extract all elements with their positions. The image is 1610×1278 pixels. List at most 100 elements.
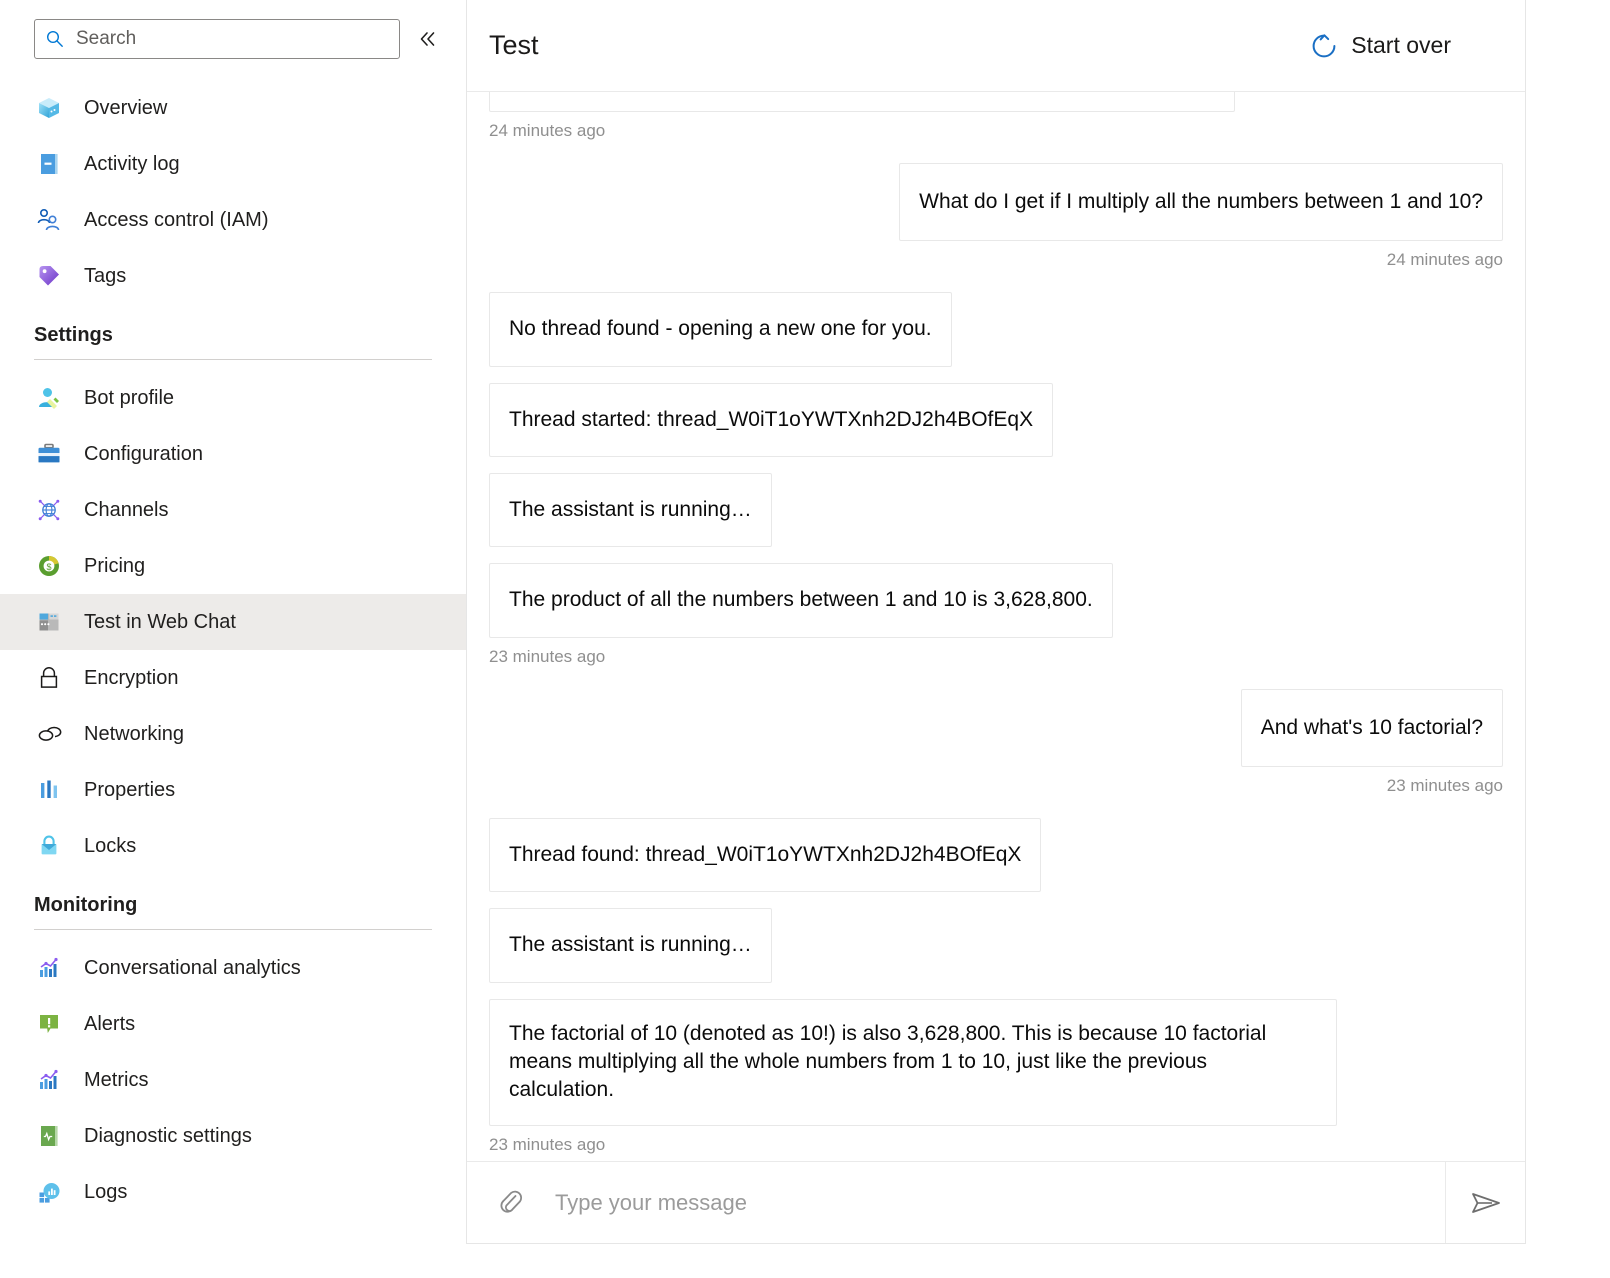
message-row: Thread started: thread_W0iT1oYWTXnh2DJ2h… <box>489 382 1503 458</box>
user-message-bubble: And what's 10 factorial? <box>1240 688 1503 768</box>
bot-profile-icon <box>34 383 64 413</box>
tags-icon <box>34 261 64 291</box>
metrics-chart-icon <box>34 1065 64 1095</box>
sidebar-group-settings-header: Settings <box>0 324 466 360</box>
sidebar-item-bot-profile[interactable]: Bot profile <box>0 370 466 426</box>
message-row: The assistant is running… <box>489 473 1503 548</box>
access-control-people-icon <box>34 205 64 235</box>
diagnostic-settings-icon <box>34 1121 64 1151</box>
sidebar-item-overview[interactable]: Overview <box>0 80 466 136</box>
sidebar-group-title: Settings <box>34 324 113 346</box>
sidebar-item-label: Conversational analytics <box>84 957 301 979</box>
sidebar-item-channels[interactable]: Channels <box>0 482 466 538</box>
test-web-chat-icon <box>34 607 64 637</box>
user-message-bubble: What do I get if I multiply all the numb… <box>899 163 1503 242</box>
sidebar-group-title: Monitoring <box>34 894 138 916</box>
sidebar-item-configuration[interactable]: Configuration <box>0 426 466 482</box>
send-button[interactable] <box>1445 1162 1525 1243</box>
sidebar-item-label: Tags <box>84 265 127 287</box>
chat-area: Test Start over 24 minutes ago What do I… <box>466 0 1610 1278</box>
sidebar-item-label: Activity log <box>84 153 180 175</box>
logs-icon <box>34 1177 64 1207</box>
page-title: Test <box>489 30 539 60</box>
message-timestamp: 24 minutes ago <box>1386 250 1503 270</box>
sidebar-item-metrics[interactable]: Metrics <box>0 1052 466 1108</box>
chat-header: Test Start over <box>467 0 1525 92</box>
search-icon <box>45 29 65 49</box>
message-row: Thread found: thread_W0iT1oYWTXnh2DJ2h4B… <box>489 818 1503 893</box>
bot-message-bubble: The assistant is running… <box>489 908 772 983</box>
sidebar-item-tags[interactable]: Tags <box>0 248 466 304</box>
svg-text:$: $ <box>46 562 51 572</box>
sidebar-item-label: Pricing <box>84 555 146 577</box>
sidebar-group-monitoring-header: Monitoring <box>0 894 466 930</box>
bot-message-bubble: Thread started: thread_W0iT1oYWTXnh2DJ2h… <box>489 382 1054 458</box>
sidebar-item-label: Diagnostic settings <box>84 1125 252 1147</box>
analytics-chart-icon <box>34 953 64 983</box>
paperclip-icon[interactable] <box>489 1181 533 1225</box>
web-chat-panel: Test Start over 24 minutes ago What do I… <box>466 0 1526 1244</box>
sidebar-item-encryption[interactable]: Encryption <box>0 650 466 706</box>
sidebar-item-properties[interactable]: Properties <box>0 762 466 818</box>
sidebar-item-label: Configuration <box>84 443 203 465</box>
properties-bars-icon <box>34 775 64 805</box>
bot-message-bubble: The product of all the numbers between 1… <box>489 563 1113 638</box>
start-over-label: Start over <box>1351 32 1451 58</box>
message-composer <box>467 1161 1525 1243</box>
bot-message-bubble-clipped <box>489 92 1235 112</box>
chat-transcript[interactable]: 24 minutes ago What do I get if I multip… <box>467 92 1525 1161</box>
message-row: No thread found - opening a new one for … <box>489 292 1503 367</box>
bot-message-bubble: The assistant is running… <box>489 473 772 548</box>
sidebar-item-label: Access control (IAM) <box>84 209 269 231</box>
message-row: And what's 10 factorial? <box>489 688 1503 768</box>
networking-links-icon <box>34 719 64 749</box>
sidebar-item-label: Encryption <box>84 667 179 689</box>
sidebar-item-networking[interactable]: Networking <box>0 706 466 762</box>
alerts-icon <box>34 1009 64 1039</box>
sidebar-item-logs[interactable]: Logs <box>0 1164 466 1220</box>
sidebar-item-test-in-web-chat[interactable]: Test in Web Chat <box>0 594 466 650</box>
message-timestamp: 24 minutes ago <box>489 121 606 140</box>
resource-sidebar: Overview Activity log Acc <box>0 0 466 1278</box>
start-over-button[interactable]: Start over <box>1309 31 1501 61</box>
window-corner-mask <box>0 1244 34 1278</box>
message-timestamp: 23 minutes ago <box>489 646 606 666</box>
sidebar-item-label: Metrics <box>84 1069 149 1091</box>
message-row <box>489 92 1503 112</box>
sidebar-item-pricing[interactable]: $ Pricing <box>0 538 466 594</box>
activity-log-icon <box>34 149 64 179</box>
bot-message-bubble: No thread found - opening a new one for … <box>489 292 952 367</box>
sidebar-item-alerts[interactable]: Alerts <box>0 996 466 1052</box>
message-row: What do I get if I multiply all the numb… <box>489 163 1503 242</box>
search-input[interactable] <box>74 27 389 51</box>
bot-message-bubble: The factorial of 10 (denoted as 10!) is … <box>489 998 1337 1126</box>
message-row: The product of all the numbers between 1… <box>489 563 1503 638</box>
sidebar-search-row <box>0 18 466 60</box>
sidebar-item-access-control[interactable]: Access control (IAM) <box>0 192 466 248</box>
configuration-briefcase-icon <box>34 439 64 469</box>
send-paper-plane-icon <box>1471 1192 1500 1213</box>
encryption-lock-icon <box>34 663 64 693</box>
pricing-dollar-icon: $ <box>34 551 64 581</box>
sidebar-item-label: Overview <box>84 97 168 119</box>
sidebar-item-label: Test in Web Chat <box>84 611 236 633</box>
message-row: The assistant is running… <box>489 908 1503 983</box>
sidebar-item-diagnostic-settings[interactable]: Diagnostic settings <box>0 1108 466 1164</box>
sidebar-item-label: Locks <box>84 835 137 857</box>
search-box[interactable] <box>34 19 400 59</box>
refresh-circle-icon <box>1309 31 1339 61</box>
sidebar-item-label: Bot profile <box>84 387 175 409</box>
sidebar-item-activity-log[interactable]: Activity log <box>0 136 466 192</box>
azure-bot-test-in-web-chat-page: Overview Activity log Acc <box>0 0 1610 1278</box>
locks-padlock-icon <box>34 831 64 861</box>
sidebar-item-conversational-analytics[interactable]: Conversational analytics <box>0 940 466 996</box>
bot-message-bubble: Thread found: thread_W0iT1oYWTXnh2DJ2h4B… <box>489 818 1042 893</box>
message-input[interactable] <box>533 1188 1445 1217</box>
channels-globe-icon <box>34 495 64 525</box>
overview-cube-icon <box>34 93 64 123</box>
sidebar-item-locks[interactable]: Locks <box>0 818 466 874</box>
message-timestamp: 23 minutes ago <box>1386 776 1503 796</box>
sidebar-item-label: Alerts <box>84 1013 136 1035</box>
sidebar-item-label: Channels <box>84 499 169 521</box>
collapse-sidebar-button[interactable] <box>410 22 444 56</box>
